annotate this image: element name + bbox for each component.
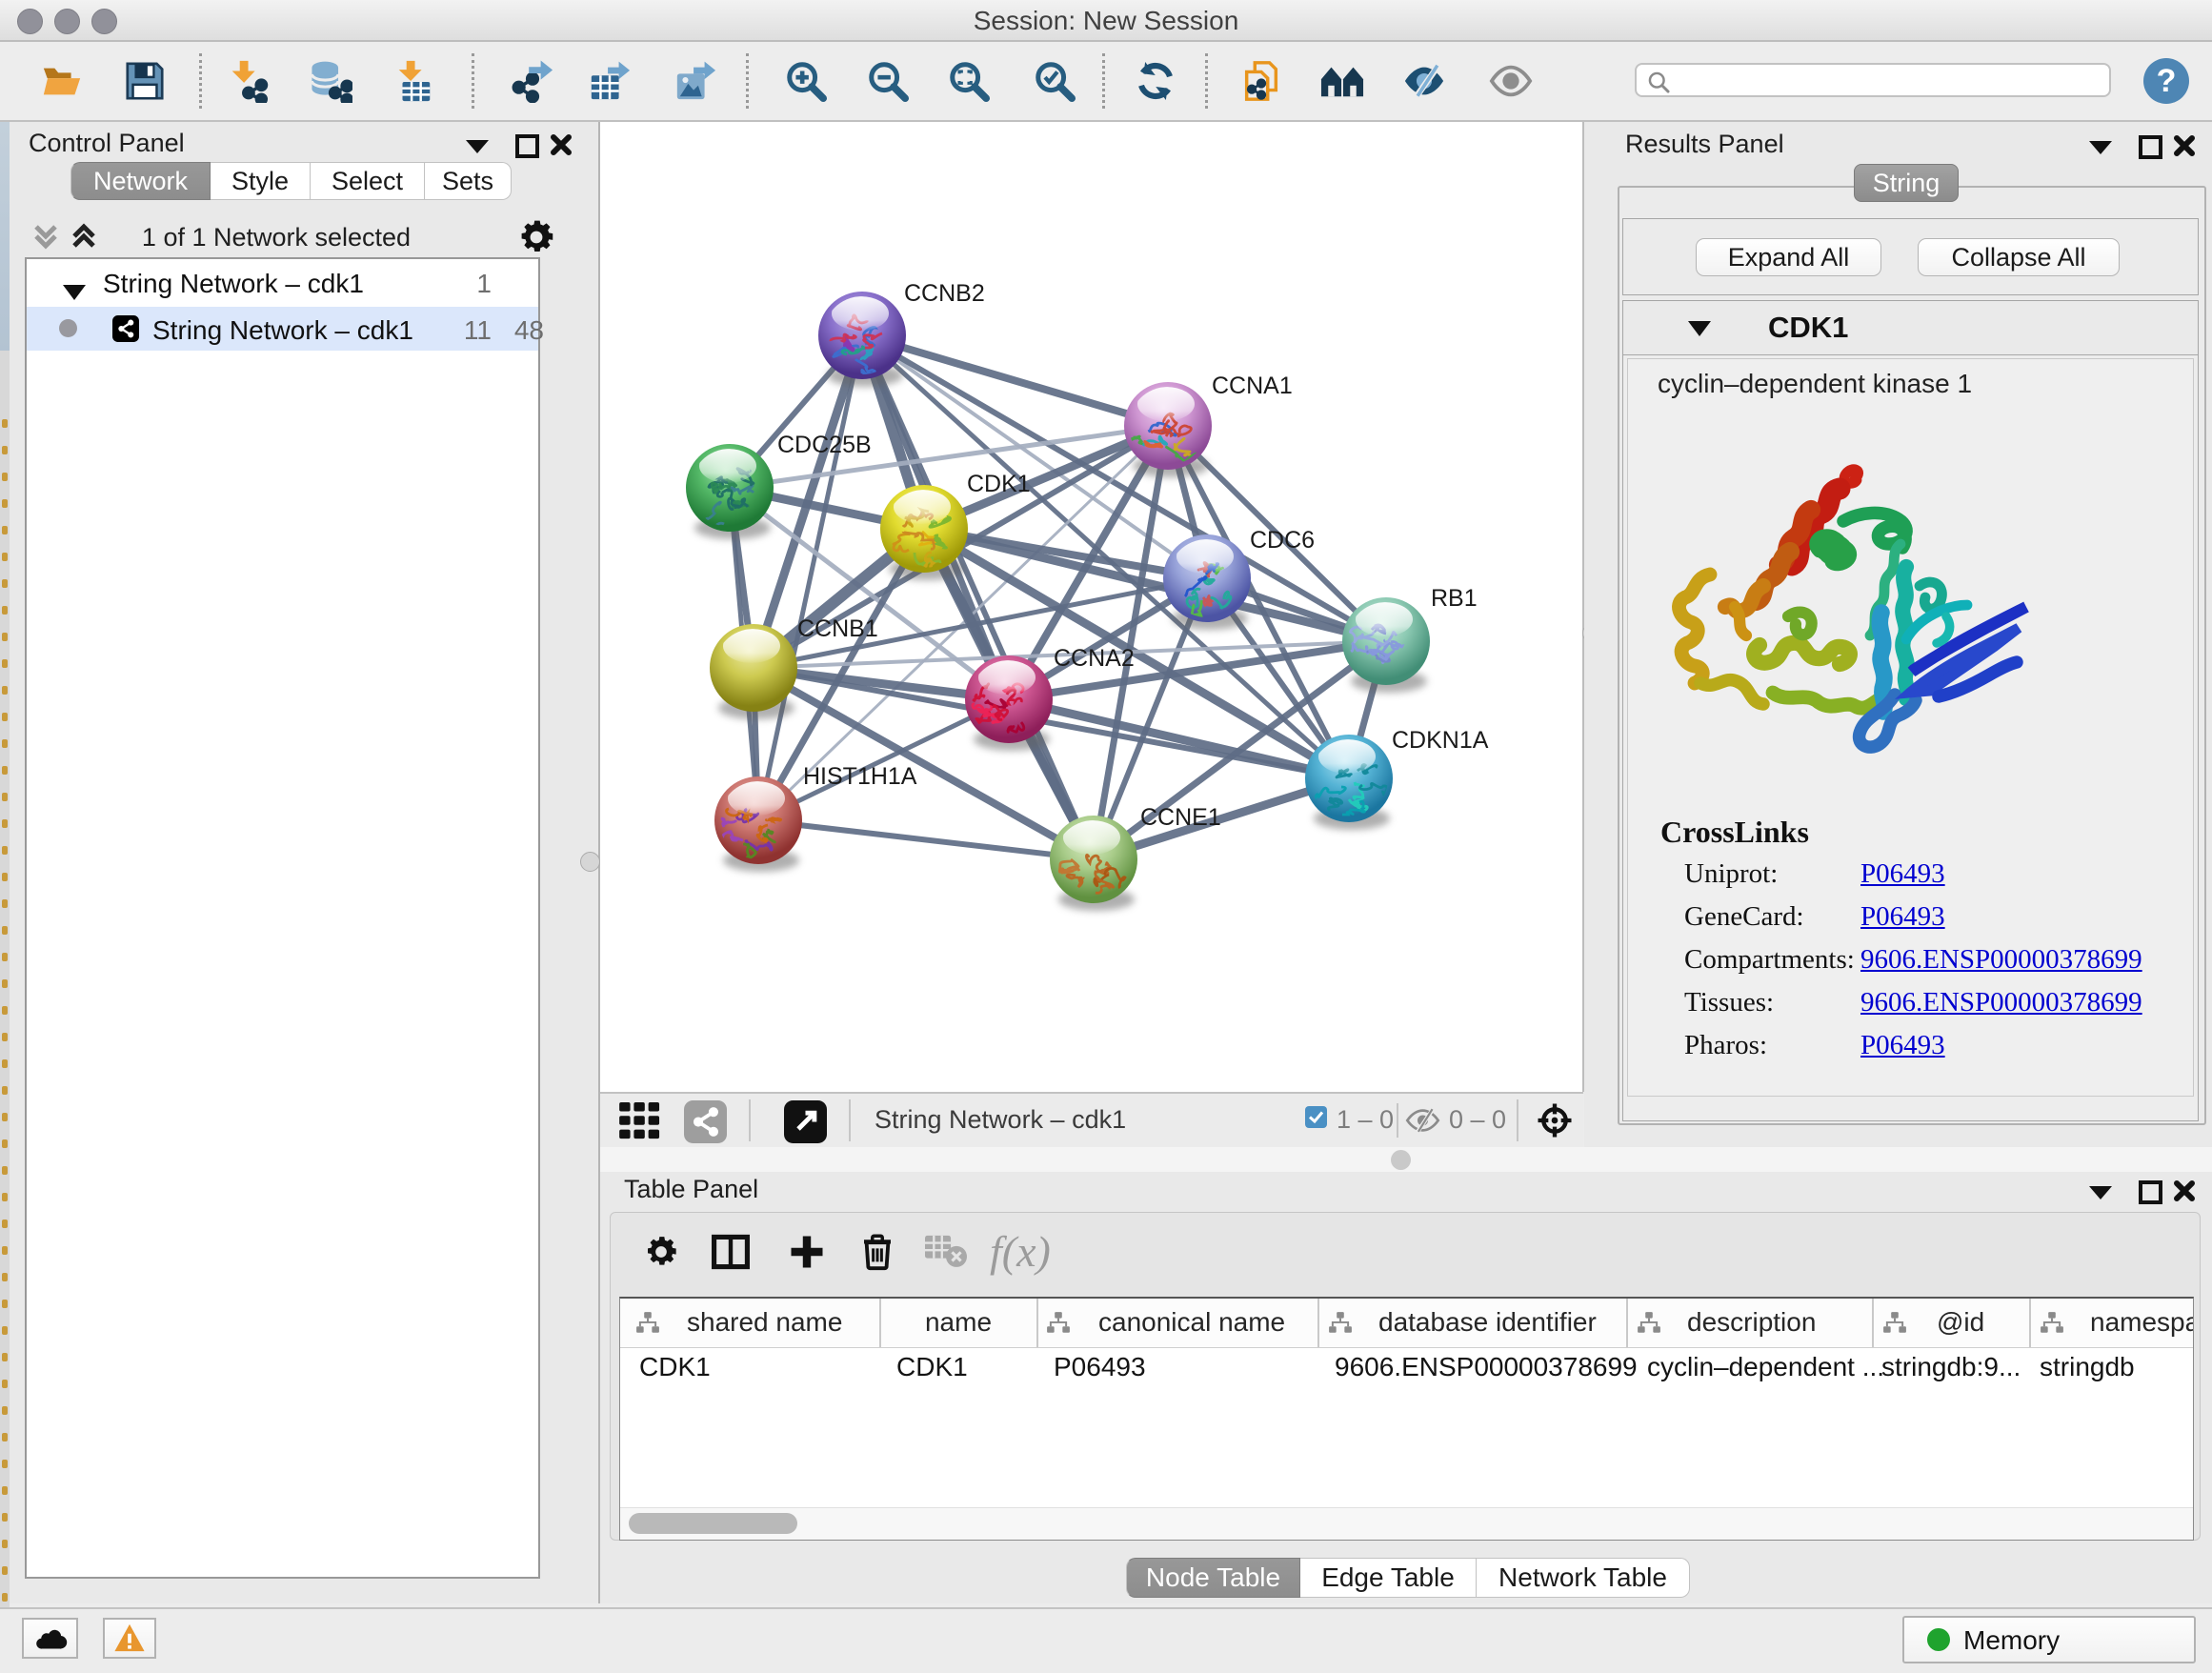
svg-text:CDK1: CDK1 [967,471,1031,497]
svg-text:CCNB2: CCNB2 [904,280,985,307]
svg-text:CDC6: CDC6 [1250,527,1315,554]
svg-text:RB1: RB1 [1431,585,1478,612]
svg-text:CDKN1A: CDKN1A [1392,727,1489,754]
svg-text:HIST1H1A: HIST1H1A [803,763,917,790]
svg-text:CDC25B: CDC25B [777,432,872,458]
svg-text:CCNA2: CCNA2 [1054,645,1135,672]
svg-text:CCNB1: CCNB1 [797,615,878,642]
svg-text:CCNE1: CCNE1 [1140,804,1221,831]
svg-text:CCNA1: CCNA1 [1212,373,1293,399]
